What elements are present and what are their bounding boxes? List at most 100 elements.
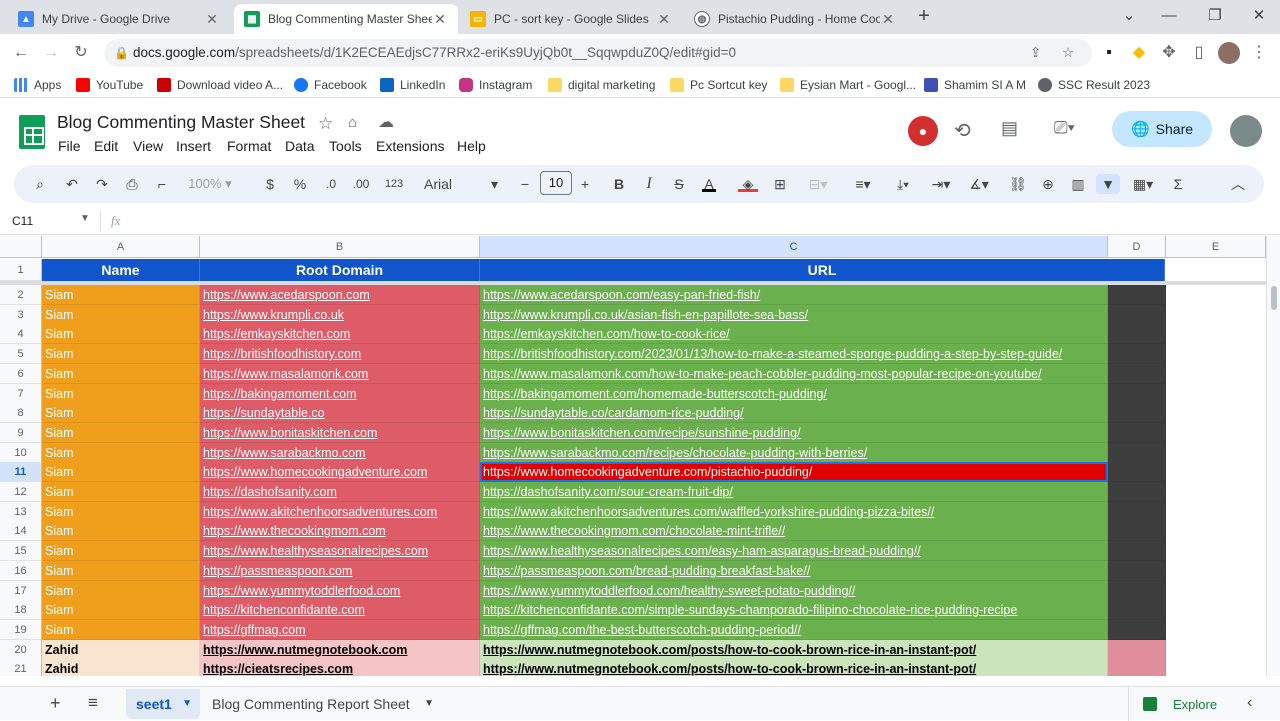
- insert-comment-icon[interactable]: ⊕: [1038, 174, 1058, 194]
- version-history-icon[interactable]: ⟲: [954, 118, 971, 143]
- name-cell[interactable]: Siam: [42, 620, 200, 640]
- vertical-align-icon[interactable]: ⤓▾: [888, 174, 918, 194]
- domain-cell[interactable]: https://www.homecookingadventure.com: [200, 462, 480, 482]
- url-cell[interactable]: https://kitchenconfidante.com/simple-sun…: [480, 600, 1108, 620]
- name-cell[interactable]: Siam: [42, 384, 200, 404]
- domain-cell[interactable]: https://emkayskitchen.com: [200, 324, 480, 344]
- close-icon[interactable]: ✕: [204, 11, 220, 28]
- window-close-icon[interactable]: ✕: [1236, 4, 1280, 28]
- column-d-cell[interactable]: [1108, 620, 1166, 640]
- row-header[interactable]: 5: [0, 344, 42, 364]
- row-header[interactable]: 20: [0, 640, 42, 660]
- url-cell[interactable]: https://emkayskitchen.com/how-to-cook-ri…: [480, 324, 1108, 344]
- row-header[interactable]: 18: [0, 600, 42, 620]
- extensions-puzzle-icon[interactable]: ✥: [1158, 42, 1180, 64]
- url-cell[interactable]: https://www.nutmegnotebook.com/posts/how…: [480, 659, 1108, 676]
- column-header-b[interactable]: B: [200, 236, 480, 258]
- column-d-cell[interactable]: [1108, 541, 1166, 561]
- document-title[interactable]: Blog Commenting Master Sheet: [57, 112, 305, 133]
- url-cell[interactable]: https://www.sarabackmo.com/recipes/choco…: [480, 443, 1108, 463]
- merge-cells-icon[interactable]: ⊟▾: [802, 174, 834, 194]
- domain-cell[interactable]: https://passmeaspoon.com: [200, 561, 480, 581]
- url-cell[interactable]: https://www.homecookingadventure.com/pis…: [480, 462, 1108, 482]
- header-cell-root-domain[interactable]: Root Domain: [200, 259, 480, 281]
- browser-tab-drive[interactable]: ▲ My Drive - Google Drive ✕: [8, 4, 230, 34]
- currency-format-button[interactable]: $: [262, 174, 278, 194]
- name-box-dropdown-icon[interactable]: ▼: [80, 213, 90, 224]
- select-all-corner[interactable]: [0, 236, 42, 258]
- address-bar[interactable]: 🔒 docs.google.com/spreadsheets/d/1K2ECEA…: [104, 39, 1092, 67]
- column-d-cell[interactable]: [1108, 561, 1166, 581]
- vertical-scrollbar[interactable]: [1266, 236, 1280, 676]
- sheet-tab-seet1[interactable]: seet1 ▼: [126, 689, 200, 719]
- name-cell[interactable]: Siam: [42, 403, 200, 423]
- url-cell[interactable]: https://dashofsanity.com/sour-cream-frui…: [480, 482, 1108, 502]
- decrease-decimal-button[interactable]: .0: [320, 174, 342, 194]
- number-format-button[interactable]: 123: [382, 174, 406, 194]
- redo-icon[interactable]: ↷: [92, 174, 112, 194]
- domain-cell[interactable]: https://www.sarabackmo.com: [200, 443, 480, 463]
- column-d-cell[interactable]: [1108, 305, 1166, 325]
- add-sheet-icon[interactable]: +: [50, 693, 61, 714]
- url-cell[interactable]: https://bakingamoment.com/homemade-butte…: [480, 384, 1108, 404]
- column-d-cell[interactable]: [1108, 324, 1166, 344]
- column-d-cell[interactable]: [1108, 502, 1166, 522]
- url-cell[interactable]: https://gffmag.com/the-best-butterscotch…: [480, 620, 1108, 640]
- url-cell[interactable]: https://sundaytable.co/cardamom-rice-pud…: [480, 403, 1108, 423]
- font-select[interactable]: Arial ▾: [424, 174, 498, 194]
- column-d-cell[interactable]: [1108, 600, 1166, 620]
- bookmark-instagram[interactable]: Instagram: [459, 76, 532, 94]
- side-panel-toggle-icon[interactable]: ‹: [1247, 694, 1252, 712]
- row-header[interactable]: 13: [0, 502, 42, 522]
- column-d-cell[interactable]: [1108, 403, 1166, 423]
- move-folder-icon[interactable]: ⌂: [348, 114, 357, 131]
- menu-edit[interactable]: Edit: [94, 138, 118, 154]
- zoom-select[interactable]: 100% ▾: [184, 174, 236, 194]
- menu-view[interactable]: View: [133, 138, 163, 154]
- profile-avatar[interactable]: [1218, 42, 1240, 64]
- domain-cell[interactable]: https://bakingamoment.com: [200, 384, 480, 404]
- google-sheets-logo[interactable]: [19, 115, 45, 149]
- menu-format[interactable]: Format: [227, 138, 271, 154]
- account-avatar[interactable]: [1230, 115, 1262, 147]
- column-d-cell[interactable]: [1108, 285, 1166, 305]
- share-page-icon[interactable]: ⇪: [1030, 39, 1041, 67]
- reload-icon[interactable]: ↻: [70, 42, 92, 64]
- text-color-button[interactable]: A: [702, 174, 716, 192]
- name-cell[interactable]: Siam: [42, 561, 200, 581]
- browser-menu-icon[interactable]: ⋮: [1248, 42, 1270, 64]
- domain-cell[interactable]: https://www.krumpli.co.uk: [200, 305, 480, 325]
- bold-button[interactable]: B: [612, 174, 626, 194]
- domain-cell[interactable]: https://dashofsanity.com: [200, 482, 480, 502]
- forward-icon[interactable]: →: [40, 42, 62, 64]
- maximize-icon[interactable]: ❐: [1192, 4, 1238, 28]
- bookmark-digital-marketing[interactable]: digital marketing: [548, 76, 655, 94]
- column-d-cell[interactable]: [1108, 364, 1166, 384]
- extension-m-icon[interactable]: ▪: [1098, 42, 1120, 64]
- domain-cell[interactable]: https://www.akitchenhoorsadventures.com: [200, 502, 480, 522]
- domain-cell[interactable]: https://sundaytable.co: [200, 403, 480, 423]
- print-icon[interactable]: ⎙: [122, 174, 142, 194]
- domain-cell[interactable]: https://gffmag.com: [200, 620, 480, 640]
- bookmark-star-icon[interactable]: ☆: [1062, 39, 1074, 67]
- font-size-input[interactable]: 10: [540, 171, 572, 195]
- url-cell[interactable]: https://www.akitchenhoorsadventures.com/…: [480, 502, 1108, 522]
- functions-icon[interactable]: Σ: [1168, 174, 1188, 194]
- column-d-cell[interactable]: [1108, 462, 1166, 482]
- bookmark-linkedin[interactable]: LinkedIn: [380, 76, 445, 94]
- domain-cell[interactable]: https://www.nutmegnotebook.com: [200, 640, 480, 660]
- column-d-cell[interactable]: [1108, 482, 1166, 502]
- name-cell[interactable]: Siam: [42, 502, 200, 522]
- column-d-cell[interactable]: [1108, 659, 1166, 676]
- fill-color-icon[interactable]: ◈: [738, 174, 758, 192]
- row-header[interactable]: 19: [0, 620, 42, 640]
- name-cell[interactable]: Siam: [42, 443, 200, 463]
- domain-cell[interactable]: https://www.healthyseasonalrecipes.com: [200, 541, 480, 561]
- insert-link-icon[interactable]: ⛓: [1008, 174, 1028, 194]
- url-cell[interactable]: https://www.nutmegnotebook.com/posts/how…: [480, 640, 1108, 660]
- collapse-toolbar-icon[interactable]: ︿: [1228, 174, 1248, 194]
- explore-button[interactable]: Explore: [1128, 687, 1234, 721]
- bookmark-youtube[interactable]: YouTube: [76, 76, 143, 94]
- domain-cell[interactable]: https://www.thecookingmom.com: [200, 521, 480, 541]
- url-cell[interactable]: https://britishfoodhistory.com/2023/01/1…: [480, 344, 1108, 364]
